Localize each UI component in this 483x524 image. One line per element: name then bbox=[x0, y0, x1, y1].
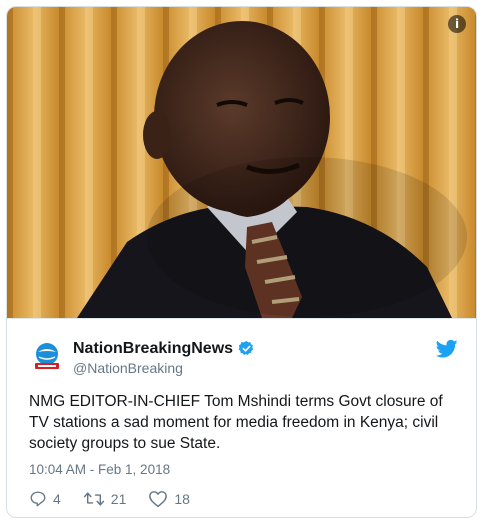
retweet-count: 21 bbox=[110, 491, 127, 507]
like-button[interactable]: 18 bbox=[148, 490, 190, 508]
tweet-photo[interactable]: i bbox=[7, 7, 476, 318]
reply-button[interactable]: 4 bbox=[29, 490, 61, 508]
tweet-card[interactable]: i NationBreakingNews @NationBreaking NMG… bbox=[6, 6, 477, 518]
like-count: 18 bbox=[174, 491, 190, 507]
author-display-name[interactable]: NationBreakingNews bbox=[73, 340, 233, 358]
heart-icon bbox=[149, 491, 168, 508]
reply-icon bbox=[30, 491, 46, 507]
photo-image bbox=[7, 7, 476, 318]
author-handle[interactable]: @NationBreaking bbox=[73, 360, 183, 376]
tweet-body: NationBreakingNews @NationBreaking NMG E… bbox=[7, 318, 476, 517]
globe-logo-icon bbox=[29, 339, 65, 375]
retweet-button[interactable]: 21 bbox=[83, 490, 127, 508]
retweet-icon bbox=[83, 492, 104, 506]
avatar[interactable] bbox=[29, 339, 65, 375]
tweet-timestamp[interactable]: 10:04 AM - Feb 1, 2018 bbox=[29, 462, 170, 477]
verified-badge-icon bbox=[238, 340, 254, 355]
twitter-bird-icon[interactable] bbox=[436, 339, 458, 359]
reply-count: 4 bbox=[53, 491, 61, 507]
info-icon-glyph: i bbox=[454, 17, 460, 31]
tweet-text: NMG EDITOR-IN-CHIEF Tom Mshindi terms Go… bbox=[29, 393, 443, 452]
tweet-actions: 4 21 18 bbox=[29, 489, 212, 509]
info-icon[interactable]: i bbox=[448, 15, 466, 33]
